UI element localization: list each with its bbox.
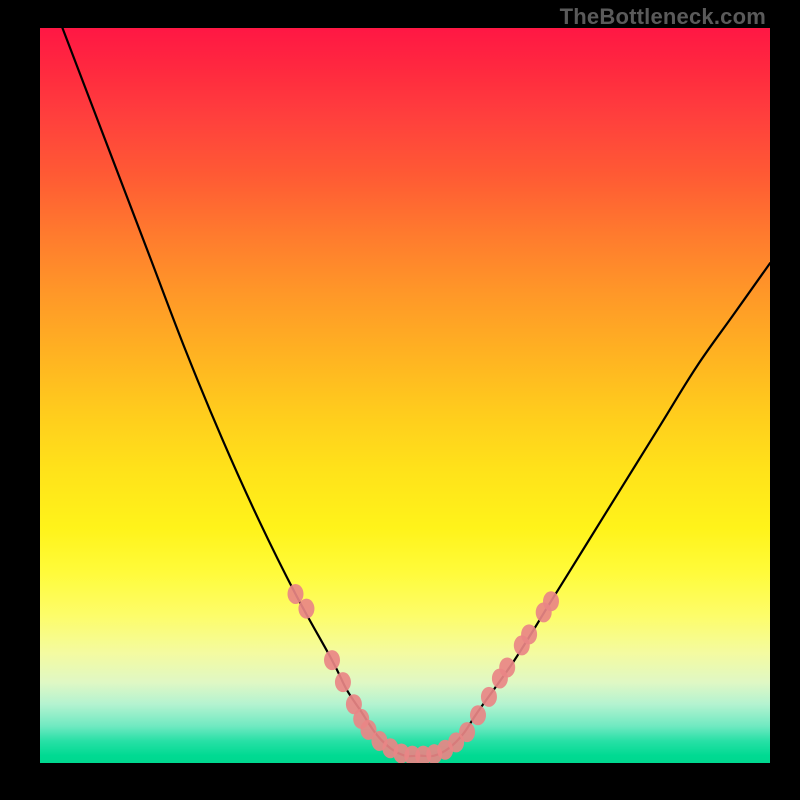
attribution-text: TheBottleneck.com — [560, 4, 766, 30]
data-dot — [324, 650, 340, 670]
data-dot — [459, 722, 475, 742]
data-dot — [288, 584, 304, 604]
data-dot — [470, 705, 486, 725]
chart-frame: TheBottleneck.com — [0, 0, 800, 800]
data-dot — [298, 599, 314, 619]
data-dot — [543, 591, 559, 611]
data-dots — [288, 584, 560, 763]
data-dot — [499, 657, 515, 677]
plot-area — [40, 28, 770, 763]
curve-layer — [40, 28, 770, 763]
data-dot — [335, 672, 351, 692]
bottleneck-curve — [40, 28, 770, 756]
data-dot — [521, 624, 537, 644]
data-dot — [481, 687, 497, 707]
